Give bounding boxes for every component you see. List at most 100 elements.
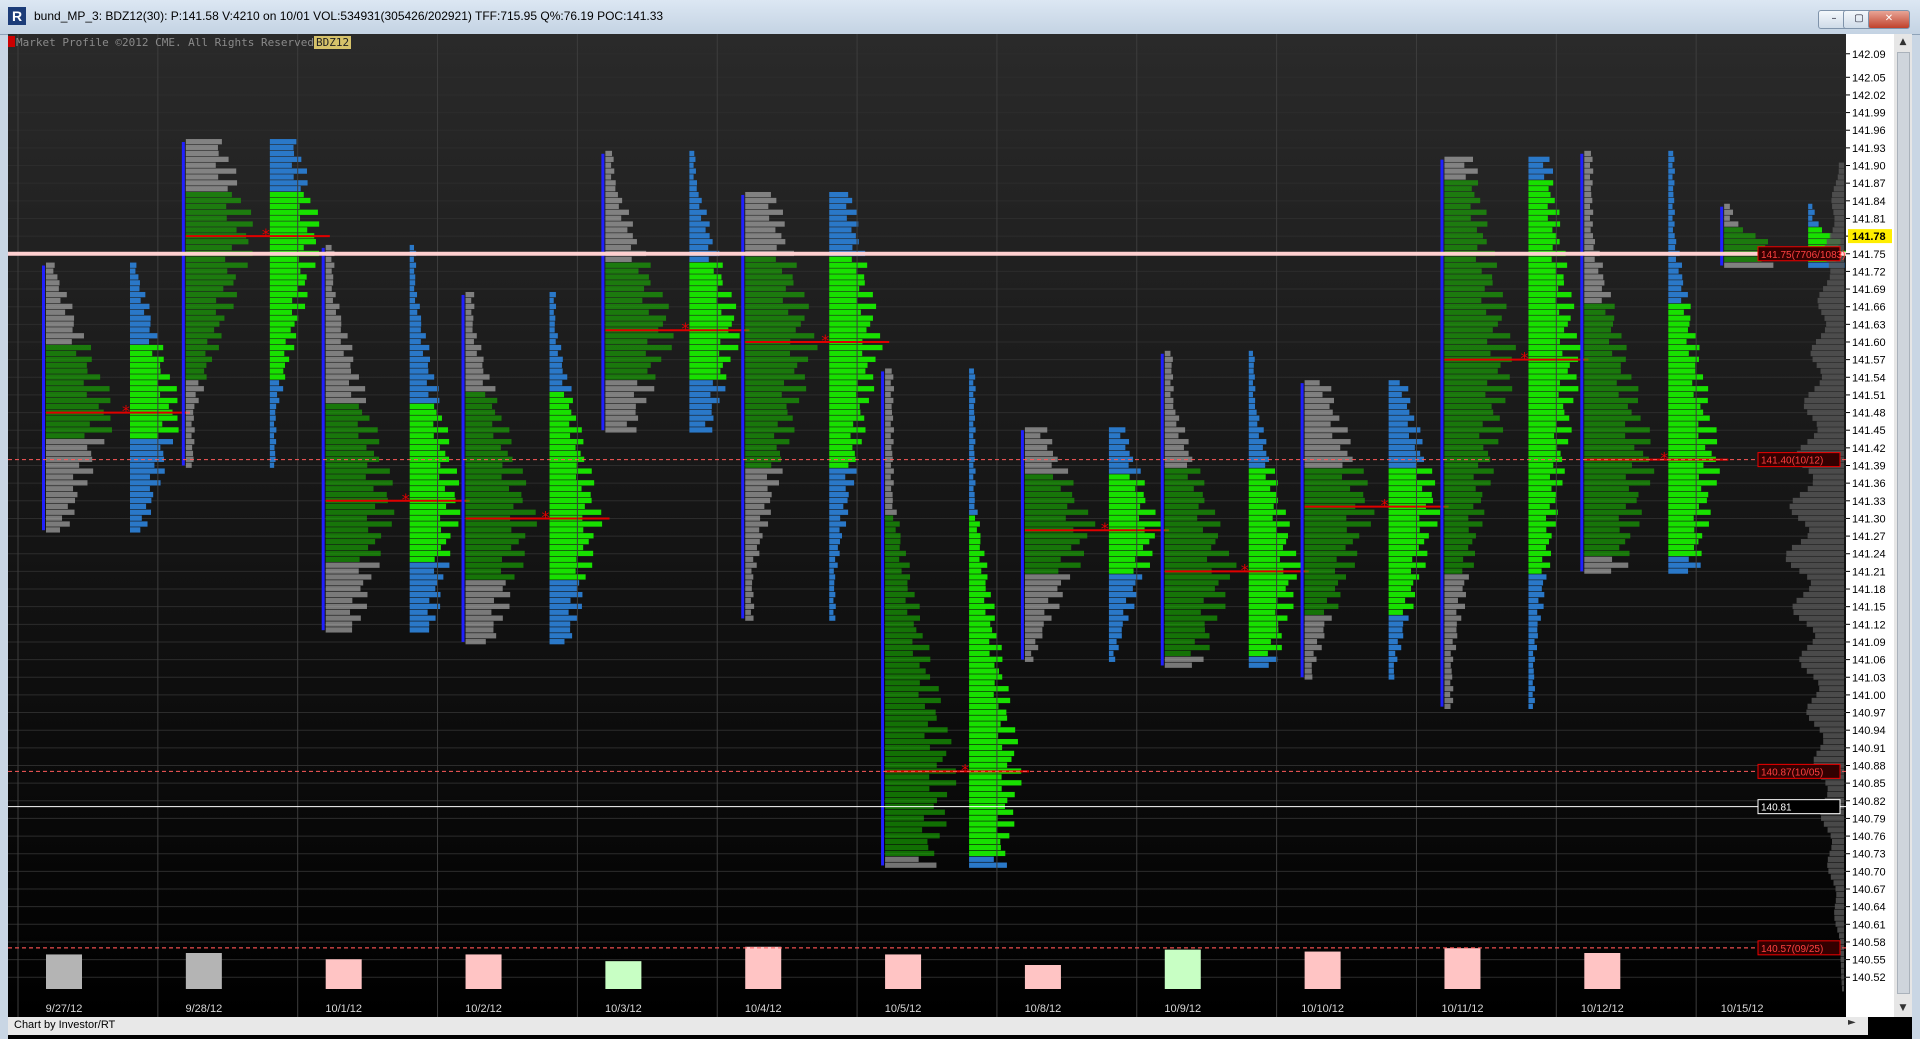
- tpo-letters: [605, 415, 639, 421]
- tpo-letters: [185, 156, 229, 162]
- tpo-letters: [185, 427, 195, 433]
- tpo-letters: [745, 591, 754, 598]
- tpo-letters: [605, 168, 615, 174]
- tpo-letters: [185, 209, 252, 215]
- volume-profile-bar: [829, 191, 849, 198]
- tpo-letters: [745, 227, 776, 233]
- vertical-scrollbar[interactable]: ▲ ▼: [1894, 34, 1912, 1017]
- tpo-letters: [745, 533, 763, 539]
- tpo-letters: [1444, 315, 1502, 321]
- composite-bar: [1805, 521, 1844, 527]
- tpo-letters: [465, 527, 512, 533]
- tpo-letters: [1304, 509, 1375, 515]
- volume-profile-bar: [549, 562, 593, 568]
- tpo-letters: [1584, 262, 1603, 268]
- app-icon[interactable]: R: [8, 7, 26, 25]
- tpo-letters: [745, 397, 800, 404]
- volume-profile-bar: [689, 203, 700, 210]
- tpo-letters: [885, 621, 914, 627]
- tpo-letters: [1304, 486, 1351, 492]
- volume-profile-bar: [1668, 368, 1696, 374]
- volume-profile-bar: [969, 727, 1016, 733]
- tpo-letters: [1584, 397, 1638, 404]
- tpo-letters: [465, 633, 497, 639]
- tpo-letters: [745, 380, 784, 386]
- tpo-letters: [185, 150, 219, 157]
- volume-profile-bar: [1528, 321, 1568, 327]
- volume-profile-bar: [689, 209, 707, 215]
- tpo-letters: [1024, 503, 1068, 510]
- volume-profile-bar: [1528, 286, 1559, 292]
- tpo-letters: [1584, 391, 1619, 398]
- scroll-thumb[interactable]: [1897, 52, 1910, 994]
- scroll-down-arrow[interactable]: ▼: [1894, 1000, 1912, 1016]
- composite-bar: [1832, 227, 1844, 233]
- volume-profile-bar: [549, 527, 584, 533]
- volume-profile-bar: [130, 486, 150, 492]
- volume-profile-bar: [1388, 580, 1414, 586]
- composite-bar: [1827, 791, 1844, 798]
- tpo-letters: [745, 439, 790, 445]
- volume-profile-bar: [829, 603, 836, 610]
- tpo-letters: [885, 709, 936, 715]
- tpo-letters: [46, 491, 78, 498]
- composite-bar: [1808, 391, 1844, 398]
- tpo-letters: [325, 486, 374, 492]
- volume-profile-bar: [689, 297, 717, 304]
- tpo-letters: [1304, 444, 1341, 451]
- volume-profile-bar: [969, 691, 994, 698]
- tpo-letters: [1584, 474, 1626, 480]
- scroll-up-arrow[interactable]: ▲: [1894, 34, 1912, 50]
- volume-profile-bar: [1108, 621, 1123, 627]
- market-profile-chart[interactable]: * 9/27/12 * 9/28/12 * 10/1/12 * 10/2/12 * 10/3/12…: [8, 34, 1912, 1039]
- tpo-letters: [1584, 368, 1621, 374]
- tpo-letters: [1164, 509, 1216, 515]
- tpo-letters: [1164, 503, 1199, 510]
- composite-bar: [1811, 697, 1844, 704]
- tpo-letters: [745, 486, 768, 492]
- tpo-letters: [1584, 233, 1593, 239]
- profile-plot[interactable]: *9/27/12*9/28/12*10/1/12*10/2/12*10/3/12…: [8, 34, 1894, 1017]
- poc-marker: *: [1660, 449, 1668, 468]
- tpo-letters: [1164, 621, 1205, 627]
- volume-profile-bar: [969, 539, 981, 545]
- volume-profile-bar: [829, 533, 843, 539]
- scroll-right-arrow[interactable]: ►: [1848, 1017, 1868, 1035]
- tpo-letters: [1164, 409, 1176, 415]
- tpo-letters: [1024, 462, 1052, 468]
- composite-bar: [1786, 550, 1844, 557]
- tpo-letters: [605, 339, 648, 345]
- tpo-letters: [465, 386, 496, 392]
- tpo-letters: [465, 615, 503, 621]
- horizontal-scrollbar[interactable]: [8, 1017, 1868, 1035]
- volume-profile-bar: [1528, 368, 1568, 374]
- volume-profile-bar: [409, 344, 430, 351]
- volume-profile-bar: [829, 274, 865, 280]
- tpo-letters: [1024, 644, 1039, 651]
- composite-bar: [1817, 297, 1844, 304]
- tpo-letters: [605, 321, 663, 327]
- tpo-letters: [1444, 221, 1488, 227]
- tpo-letters: [1444, 609, 1457, 615]
- volume-profile-bar: [969, 521, 980, 527]
- composite-bar: [1819, 727, 1844, 733]
- title-bar[interactable]: R bund_MP_3: BDZ12(30): P:141.58 V:4210 …: [0, 0, 1920, 35]
- composite-bar: [1821, 309, 1844, 316]
- volume-profile-bar: [1108, 644, 1119, 651]
- volume-profile-bar: [409, 333, 426, 339]
- volume-profile-bar: [1528, 533, 1552, 539]
- tpo-letters: [1304, 427, 1348, 433]
- volume-profile-bar: [409, 562, 450, 568]
- volume-profile-bar: [549, 480, 595, 486]
- volume-profile-bar: [269, 368, 284, 374]
- tpo-letters: [46, 344, 92, 351]
- tpo-letters: [465, 521, 537, 527]
- volume-profile-bar: [689, 256, 709, 262]
- close-button[interactable]: ✕: [1868, 10, 1910, 29]
- tpo-letters: [465, 450, 508, 457]
- volume-profile-bar: [1668, 256, 1676, 262]
- tpo-letters: [1304, 521, 1371, 527]
- composite-bar: [1810, 580, 1844, 586]
- volume-profile-bar: [269, 391, 278, 398]
- volume-profile-bar: [1668, 497, 1707, 504]
